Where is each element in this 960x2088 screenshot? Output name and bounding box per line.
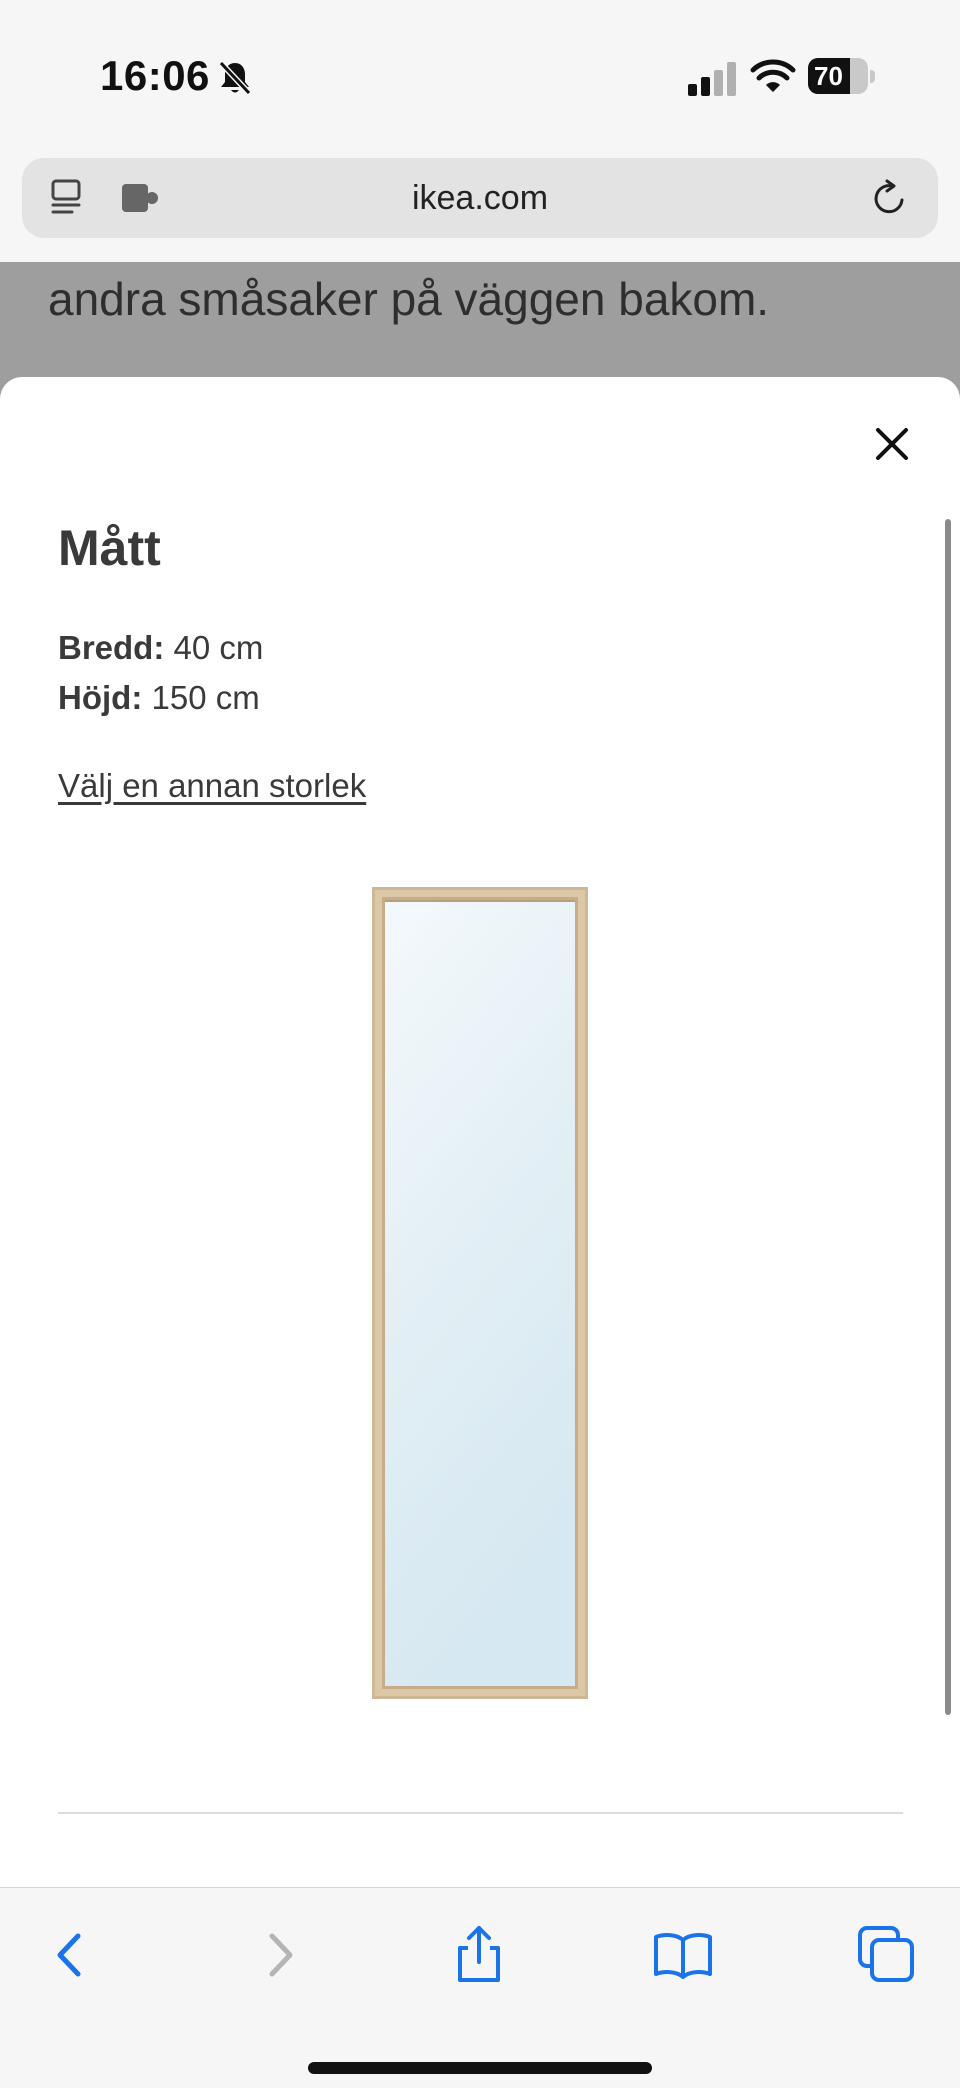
status-time: 16:06 xyxy=(100,52,210,99)
dimensions-modal: Mått Bredd: 40 cm Höjd: 150 cm Välj en a… xyxy=(0,377,960,1887)
battery-icon: 70 xyxy=(808,58,876,96)
dimension-value: 40 cm xyxy=(173,629,264,666)
scrollbar[interactable] xyxy=(945,519,951,1715)
bell-slash-icon xyxy=(218,60,252,96)
browser-toolbar xyxy=(0,1887,960,2088)
dimension-label: Höjd: xyxy=(58,679,143,716)
dimension-row-height: Höjd: 150 cm xyxy=(58,679,260,717)
url-text[interactable]: ikea.com xyxy=(22,158,938,238)
status-bar: 16:06 70 xyxy=(0,0,960,150)
forward-icon[interactable] xyxy=(246,1922,312,1988)
modal-title: Mått xyxy=(58,520,161,576)
dimension-label: Bredd: xyxy=(58,629,165,666)
dimension-value: 150 cm xyxy=(151,679,260,716)
wifi-icon xyxy=(750,59,796,92)
battery-level: 70 xyxy=(814,61,843,91)
address-bar[interactable]: ikea.com xyxy=(22,158,938,238)
home-indicator[interactable] xyxy=(308,2062,652,2074)
close-icon[interactable] xyxy=(872,424,912,464)
signal-icon xyxy=(688,62,736,96)
back-icon[interactable] xyxy=(38,1922,104,1988)
bookmarks-icon[interactable] xyxy=(650,1922,716,1988)
change-size-link[interactable]: Välj en annan storlek xyxy=(58,767,366,805)
share-icon[interactable] xyxy=(446,1922,512,1988)
background-page-text: andra småsaker på väggen bakom. xyxy=(48,273,770,325)
tabs-icon[interactable] xyxy=(854,1922,920,1988)
reload-icon[interactable] xyxy=(870,178,910,218)
divider xyxy=(58,1812,903,1814)
product-image xyxy=(372,887,588,1699)
dimension-row-width: Bredd: 40 cm xyxy=(58,629,263,667)
